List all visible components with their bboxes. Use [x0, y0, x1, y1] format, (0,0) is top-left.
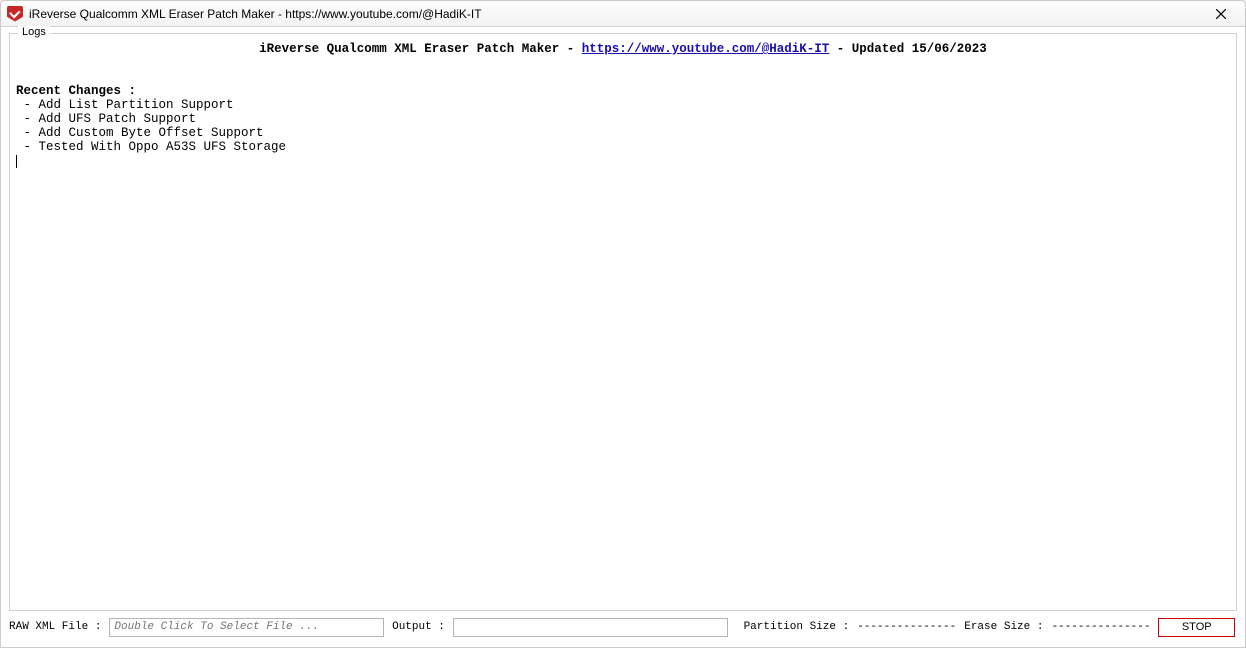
logs-banner-link[interactable]: https://www.youtube.com/@HadiK-IT	[582, 42, 830, 56]
logs-banner-prefix: iReverse Qualcomm XML Eraser Patch Maker…	[259, 42, 582, 56]
logs-banner-line: iReverse Qualcomm XML Eraser Patch Maker…	[16, 42, 1230, 56]
window-title: iReverse Qualcomm XML Eraser Patch Maker…	[29, 7, 1201, 21]
bottom-toolbar: RAW XML File : Output : Partition Size :…	[9, 615, 1237, 639]
erase-size-label: Erase Size :	[964, 621, 1043, 633]
close-icon	[1216, 9, 1226, 19]
client-area: Logs iReverse Qualcomm XML Eraser Patch …	[1, 27, 1245, 647]
output-input[interactable]	[453, 618, 728, 637]
partition-size-value: ---------------	[857, 621, 956, 633]
stop-button[interactable]: STOP	[1158, 618, 1235, 637]
raw-xml-input[interactable]	[109, 618, 384, 637]
partition-size-label: Partition Size :	[744, 621, 850, 633]
logs-change-1: - Add List Partition Support	[16, 98, 234, 112]
logs-banner-suffix: - Updated 15/06/2023	[829, 42, 987, 56]
app-icon	[7, 6, 23, 22]
main-window: iReverse Qualcomm XML Eraser Patch Maker…	[0, 0, 1246, 648]
titlebar[interactable]: iReverse Qualcomm XML Eraser Patch Maker…	[1, 1, 1245, 27]
logs-recent-header: Recent Changes :	[16, 84, 136, 98]
output-label: Output :	[392, 621, 445, 633]
logs-change-3: - Add Custom Byte Offset Support	[16, 126, 264, 140]
raw-xml-label: RAW XML File :	[9, 621, 101, 633]
logs-textarea[interactable]: iReverse Qualcomm XML Eraser Patch Maker…	[16, 42, 1230, 604]
logs-groupbox: Logs iReverse Qualcomm XML Eraser Patch …	[9, 33, 1237, 611]
logs-change-4: - Tested With Oppo A53S UFS Storage	[16, 140, 286, 154]
logs-cursor	[16, 154, 17, 168]
logs-groupbox-label: Logs	[18, 26, 50, 38]
logs-change-2: - Add UFS Patch Support	[16, 112, 196, 126]
close-button[interactable]	[1201, 1, 1241, 26]
erase-size-value: ---------------	[1051, 621, 1150, 633]
